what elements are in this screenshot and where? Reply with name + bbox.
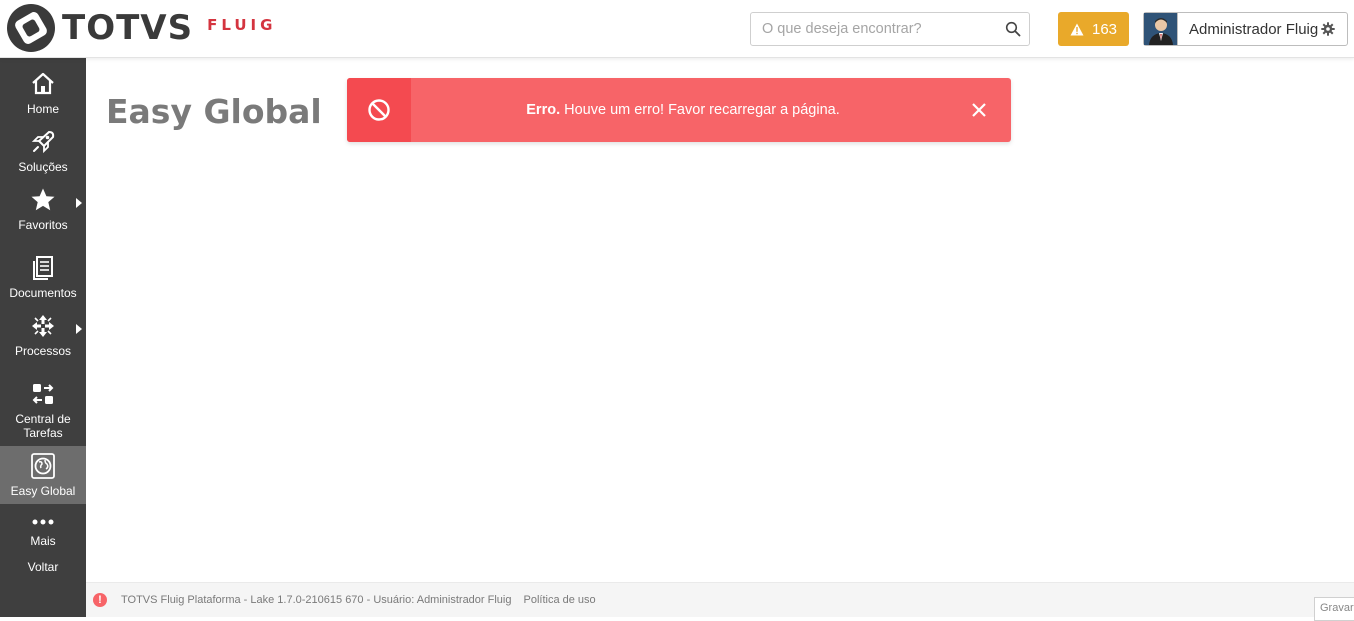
- sidebar-item-label: Processos: [14, 344, 72, 358]
- usage-policy-link[interactable]: Política de uso: [523, 594, 595, 606]
- close-icon: [972, 103, 986, 117]
- expand-arrow-icon[interactable]: [76, 198, 82, 208]
- footer: ! TOTVS Fluig Plataforma - Lake 1.7.0-21…: [86, 582, 1354, 621]
- toast-text: Houve um erro! Favor recarregar a página…: [560, 102, 840, 118]
- expand-arrow-icon[interactable]: [76, 324, 82, 334]
- save-button[interactable]: Gravar: [1314, 597, 1354, 621]
- sidebar-item-documentos[interactable]: Documentos: [0, 254, 86, 300]
- sidebar-item-label: Voltar: [27, 560, 59, 574]
- search-icon[interactable]: [1005, 21, 1021, 37]
- totvs-logo-icon: [7, 4, 55, 52]
- alerts-count: 163: [1091, 20, 1118, 38]
- sidebar-item-favoritos[interactable]: Favoritos: [0, 186, 86, 232]
- avatar: [1144, 13, 1178, 45]
- search-input[interactable]: [751, 13, 991, 45]
- sidebar-item-solucoes[interactable]: Soluções: [0, 128, 86, 174]
- processes-icon: [32, 315, 54, 337]
- close-button[interactable]: [947, 78, 1011, 142]
- toast-icon-box: [347, 78, 411, 142]
- page-title: Easy Global: [106, 92, 322, 131]
- ban-icon: [368, 99, 390, 121]
- documents-icon: [33, 256, 53, 280]
- sidebar-item-processos[interactable]: Processos: [0, 312, 86, 358]
- gear-icon[interactable]: [1321, 22, 1335, 36]
- toast-message: Erro. Houve um erro! Favor recarregar a …: [419, 102, 947, 118]
- sidebar-item-label: Soluções: [18, 160, 68, 174]
- toast-strong: Erro.: [526, 102, 561, 118]
- sidebar-item-easy-global[interactable]: Easy Global: [0, 446, 86, 504]
- globe-icon: [31, 453, 55, 479]
- totvs-fluig-logo[interactable]: TOTVS FLUIG: [6, 4, 276, 52]
- search-box: [750, 12, 1030, 46]
- sidebar-item-mais[interactable]: Mais: [0, 516, 86, 548]
- sidebar: Home Soluções Favoritos Documentos Proce…: [0, 58, 86, 617]
- tasks-icon: [32, 384, 54, 404]
- rocket-icon: [31, 130, 55, 154]
- warning-icon: [1070, 23, 1084, 35]
- more-icon: [32, 519, 54, 525]
- home-icon: [32, 72, 54, 95]
- logo-subtext: FLUIG: [207, 16, 277, 34]
- sidebar-item-home[interactable]: Home: [0, 70, 86, 116]
- sidebar-item-central-de-tarefas[interactable]: Central de Tarefas: [0, 380, 86, 440]
- sidebar-item-label: Central de Tarefas: [15, 412, 71, 440]
- star-icon: [31, 188, 55, 211]
- alert-icon[interactable]: !: [93, 593, 107, 607]
- top-bar: TOTVS FLUIG 163 Administrador: [0, 0, 1354, 58]
- sidebar-item-label: Mais: [30, 534, 56, 548]
- user-name: Administrador Fluig: [1189, 20, 1319, 38]
- error-toast: Erro. Houve um erro! Favor recarregar a …: [347, 78, 1011, 142]
- alerts-button[interactable]: 163: [1058, 12, 1129, 46]
- sidebar-item-label: Documentos: [9, 286, 77, 300]
- footer-text: TOTVS Fluig Plataforma - Lake 1.7.0-2106…: [121, 594, 512, 606]
- user-menu-button[interactable]: Administrador Fluig: [1143, 12, 1348, 46]
- sidebar-item-label: Easy Global: [10, 484, 76, 498]
- sidebar-item-label: Home: [26, 102, 59, 116]
- logo-text: TOTVS: [62, 8, 194, 48]
- sidebar-item-voltar[interactable]: Voltar: [0, 560, 86, 574]
- sidebar-item-label: Favoritos: [18, 218, 68, 232]
